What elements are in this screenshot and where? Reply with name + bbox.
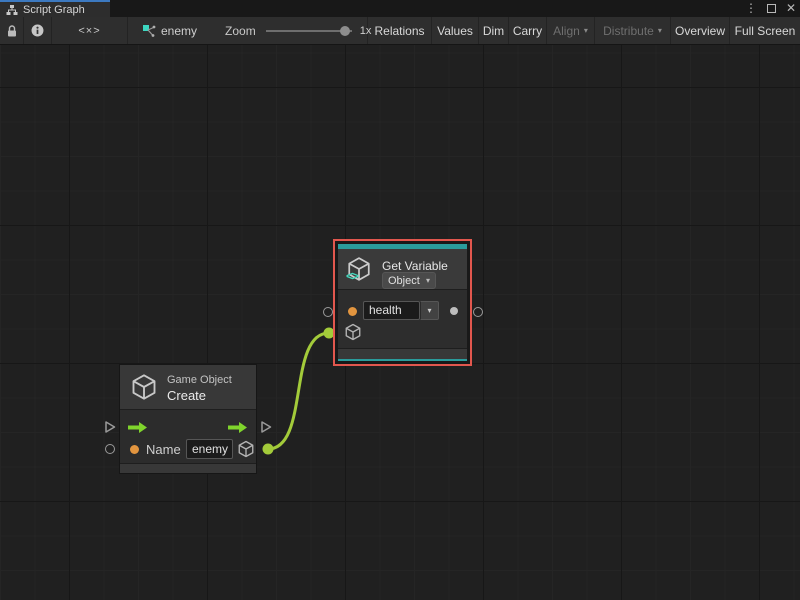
lock-icon [6,24,18,38]
lock-button[interactable] [0,17,24,44]
window-maximize-icon[interactable] [767,4,776,13]
graph-toolbar: <×> enemy Zoom 1x Relations Values [0,17,800,45]
graph-canvas[interactable]: Game Object Create Name enemy [0,45,800,600]
name-port-label: Name [146,442,181,457]
carry-button[interactable]: Carry [509,17,547,44]
variable-scope-dropdown[interactable]: Object ▾ [382,272,436,289]
chevron-down-icon: ▾ [658,26,662,35]
selection-outline: <> Get Variable Object ▾ health ▾ [333,239,472,366]
full-screen-label: Full Screen [735,24,796,38]
flow-input-connector-triangle[interactable] [104,420,116,434]
node-footer [338,348,467,359]
value-output-connector[interactable] [473,307,483,317]
zoom-label: Zoom [225,24,256,38]
zoom-slider-thumb[interactable] [340,26,350,36]
game-object-cube-icon [130,373,158,401]
node-create-game-object[interactable]: Game Object Create Name enemy [120,365,256,473]
graph-tab-icon [6,4,18,16]
object-input-port-icon[interactable] [344,323,362,341]
name-input-connector[interactable] [105,444,115,454]
variable-name-field[interactable]: health [363,301,420,320]
node-footer [120,463,256,473]
graph-name: enemy [161,24,197,38]
window-menu-icon[interactable]: ⋮ [745,0,757,17]
variable-name-input-port[interactable] [348,307,357,316]
titlebar: Script Graph ⋮ ✕ [0,0,800,17]
variable-brackets-icon: <> [346,269,358,283]
game-object-output-port-icon[interactable] [237,440,255,458]
relations-button[interactable]: Relations [368,17,432,44]
overview-label: Overview [675,24,725,38]
align-button[interactable]: Align ▾ [547,17,595,44]
node-get-variable[interactable]: <> Get Variable Object ▾ health ▾ [338,244,467,361]
chevron-down-icon: ▾ [584,26,588,35]
chevron-down-icon: ▾ [427,306,431,315]
scope-value: Object [388,275,420,287]
code-view-icon: <×> [78,25,100,37]
zoom-control: Zoom 1x [225,24,371,38]
variable-name-connector[interactable] [323,307,333,317]
values-button[interactable]: Values [432,17,479,44]
script-graph-icon [142,24,156,38]
node-title: Create [167,388,206,403]
distribute-label: Distribute [603,24,654,38]
wire-start-dot[interactable] [263,444,274,455]
dim-label: Dim [483,24,504,38]
tab-title: Script Graph [23,4,85,16]
node-title: Get Variable [382,259,448,273]
graph-breadcrumb[interactable]: enemy [142,24,197,38]
dim-button[interactable]: Dim [479,17,509,44]
flow-input-arrow-icon[interactable] [128,421,148,434]
node-accent-bottom [338,359,467,361]
overview-button[interactable]: Overview [671,17,730,44]
flow-output-connector-triangle[interactable] [260,420,272,434]
align-label: Align [553,24,580,38]
inspect-button[interactable] [24,17,52,44]
value-output-port[interactable] [450,307,458,315]
relations-label: Relations [374,24,424,38]
tab-script-graph[interactable]: Script Graph [0,0,110,17]
zoom-slider[interactable] [266,30,352,32]
window-controls: ⋮ ✕ [745,0,796,17]
name-input-port[interactable] [130,445,139,454]
toolbar-middle: enemy Zoom 1x [128,17,368,44]
node-category: Game Object [167,374,232,386]
code-view-button[interactable]: <×> [52,17,128,44]
script-graph-window: Script Graph ⋮ ✕ <×> [0,0,800,600]
window-close-icon[interactable]: ✕ [786,0,796,17]
info-icon [31,24,44,37]
carry-label: Carry [513,24,542,38]
connection-wire[interactable] [268,333,329,449]
chevron-down-icon: ▾ [426,276,430,285]
name-input-field[interactable]: enemy [186,439,233,459]
flow-output-arrow-icon[interactable] [228,421,248,434]
values-label: Values [437,24,473,38]
full-screen-button[interactable]: Full Screen [730,17,800,44]
variable-name-dropdown[interactable]: ▾ [420,301,439,320]
distribute-button[interactable]: Distribute ▾ [595,17,671,44]
